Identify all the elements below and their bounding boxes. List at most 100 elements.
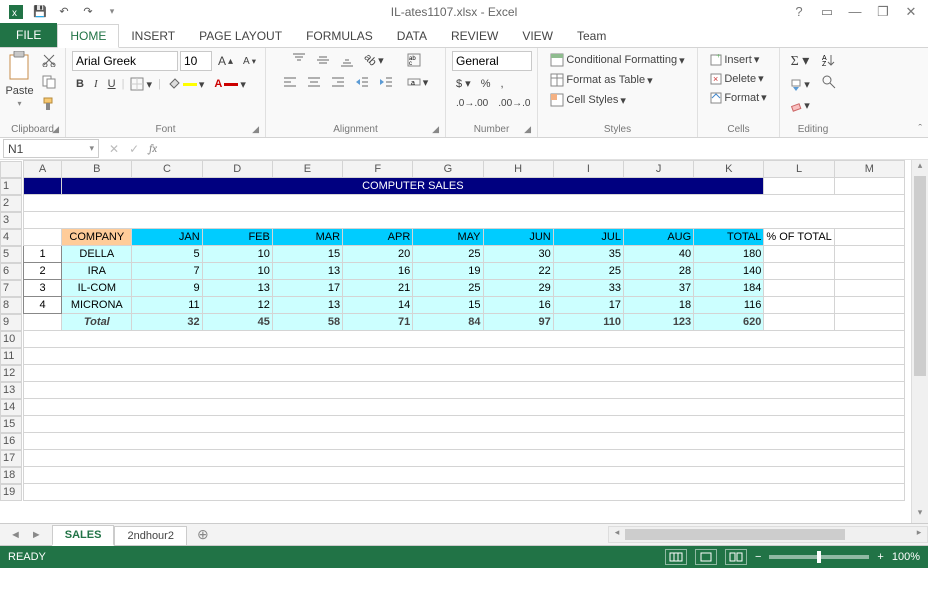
table-row[interactable]: 16 bbox=[0, 433, 905, 450]
comma-button[interactable]: , bbox=[496, 76, 507, 92]
ribbon-options-icon[interactable]: ▭ bbox=[816, 3, 838, 21]
minimize-icon[interactable]: — bbox=[844, 3, 866, 21]
orientation-button[interactable]: ab▾ bbox=[360, 52, 388, 69]
percent-button[interactable]: % bbox=[477, 76, 495, 92]
sort-filter-button[interactable]: AZ bbox=[818, 51, 840, 69]
scroll-right-icon[interactable]: ▸ bbox=[911, 527, 927, 542]
delete-cells-button[interactable]: ×Delete ▾ bbox=[706, 70, 767, 87]
align-left-button[interactable] bbox=[279, 73, 301, 91]
table-row[interactable]: 17 bbox=[0, 450, 905, 467]
wrap-text-button[interactable]: abc bbox=[403, 51, 425, 69]
scroll-left-icon[interactable]: ◂ bbox=[609, 527, 625, 542]
col-header[interactable]: H bbox=[483, 161, 553, 178]
table-row[interactable]: 1COMPUTER SALES bbox=[0, 178, 905, 195]
fill-color-button[interactable]: ▾ bbox=[163, 75, 209, 93]
table-row[interactable]: 51DELLA510152025303540180 bbox=[0, 246, 905, 263]
border-button[interactable]: ▾ bbox=[126, 75, 156, 93]
tab-file[interactable]: FILE bbox=[0, 23, 57, 47]
number-format-select[interactable] bbox=[452, 51, 532, 71]
accounting-button[interactable]: $ ▾ bbox=[452, 75, 475, 92]
vertical-scrollbar[interactable]: ▴ ▾ bbox=[911, 160, 928, 523]
select-all-button[interactable] bbox=[0, 161, 22, 178]
col-header[interactable]: E bbox=[272, 161, 342, 178]
table-row[interactable]: 19 bbox=[0, 484, 905, 501]
decrease-decimal-button[interactable]: .00→.0 bbox=[494, 96, 534, 111]
tab-page-layout[interactable]: PAGE LAYOUT bbox=[187, 25, 294, 47]
worksheet-grid[interactable]: A B C D E F G H I J K L M 1COMPUTER SALE… bbox=[0, 160, 928, 524]
page-layout-view-button[interactable] bbox=[695, 549, 717, 565]
col-header[interactable]: B bbox=[62, 161, 132, 178]
table-row[interactable]: 62IRA710131619222528140 bbox=[0, 263, 905, 280]
sheet-tab-sales[interactable]: SALES bbox=[52, 525, 115, 546]
new-sheet-button[interactable]: ⊕ bbox=[187, 526, 219, 543]
table-row[interactable]: 84MICRONA1112131415161718116 bbox=[0, 297, 905, 314]
restore-icon[interactable]: ❐ bbox=[872, 3, 894, 21]
align-top-button[interactable] bbox=[288, 51, 310, 69]
cancel-formula-icon[interactable]: ✕ bbox=[109, 142, 119, 156]
tab-home[interactable]: HOME bbox=[57, 24, 119, 48]
table-row[interactable]: 9Total324558718497110123620 bbox=[0, 314, 905, 331]
italic-button[interactable]: I bbox=[90, 76, 102, 92]
scrollbar-thumb[interactable] bbox=[625, 529, 845, 540]
col-header[interactable]: G bbox=[413, 161, 483, 178]
formula-input[interactable] bbox=[163, 140, 928, 158]
dialog-launcher-icon[interactable]: ◢ bbox=[524, 124, 531, 135]
zoom-level[interactable]: 100% bbox=[892, 551, 920, 563]
format-cells-button[interactable]: Format ▾ bbox=[706, 89, 770, 106]
find-select-button[interactable] bbox=[818, 73, 840, 91]
table-row[interactable]: 11 bbox=[0, 348, 905, 365]
font-name-select[interactable] bbox=[72, 51, 178, 71]
table-row[interactable]: 10 bbox=[0, 331, 905, 348]
name-box[interactable]: N1▾ bbox=[3, 139, 99, 158]
align-right-button[interactable] bbox=[327, 73, 349, 91]
decrease-font-button[interactable]: A▾ bbox=[239, 54, 260, 69]
format-painter-button[interactable] bbox=[38, 95, 60, 113]
scroll-up-icon[interactable]: ▴ bbox=[912, 160, 928, 176]
format-as-table-button[interactable]: Format as Table ▾ bbox=[546, 71, 656, 89]
col-header[interactable]: D bbox=[202, 161, 272, 178]
table-row[interactable]: 2 bbox=[0, 195, 905, 212]
help-icon[interactable]: ? bbox=[788, 3, 810, 21]
font-color-button[interactable]: A▾ bbox=[210, 76, 249, 93]
decrease-indent-button[interactable] bbox=[351, 73, 373, 91]
cell-styles-button[interactable]: Cell Styles ▾ bbox=[546, 91, 630, 109]
tab-data[interactable]: DATA bbox=[385, 25, 439, 47]
merge-center-button[interactable]: a▾ bbox=[403, 73, 433, 91]
col-header[interactable]: I bbox=[553, 161, 623, 178]
table-row[interactable]: 4 COMPANY JANFEBMARAPRMAYJUNJULAUGTOTAL … bbox=[0, 229, 905, 246]
table-row[interactable]: 73IL-COM913172125293337184 bbox=[0, 280, 905, 297]
col-header[interactable]: C bbox=[132, 161, 202, 178]
increase-decimal-button[interactable]: .0→.00 bbox=[452, 96, 492, 111]
col-header[interactable]: L bbox=[764, 161, 834, 178]
dialog-launcher-icon[interactable]: ◢ bbox=[252, 124, 259, 135]
increase-font-button[interactable]: A▴ bbox=[214, 52, 237, 70]
horizontal-scrollbar[interactable]: ◂ ▸ bbox=[608, 526, 928, 543]
chevron-down-icon[interactable]: ▾ bbox=[89, 143, 94, 154]
fill-button[interactable]: ▾ bbox=[786, 76, 814, 93]
align-bottom-button[interactable] bbox=[336, 51, 358, 69]
table-row[interactable]: 12 bbox=[0, 365, 905, 382]
qat-dropdown-icon[interactable]: ▾ bbox=[104, 4, 120, 20]
zoom-out-button[interactable]: − bbox=[755, 551, 761, 563]
save-icon[interactable]: 💾 bbox=[32, 4, 48, 20]
col-header[interactable]: K bbox=[694, 161, 764, 178]
table-row[interactable]: 15 bbox=[0, 416, 905, 433]
col-header[interactable]: F bbox=[343, 161, 413, 178]
paste-button[interactable]: Paste ▾ bbox=[5, 51, 33, 108]
normal-view-button[interactable] bbox=[665, 549, 687, 565]
col-header[interactable]: J bbox=[623, 161, 693, 178]
tab-insert[interactable]: INSERT bbox=[119, 25, 187, 47]
column-headers[interactable]: A B C D E F G H I J K L M bbox=[0, 161, 905, 178]
col-header[interactable]: M bbox=[834, 161, 904, 178]
table-row[interactable]: 3 bbox=[0, 212, 905, 229]
sheet-nav[interactable]: ◄► bbox=[0, 529, 52, 541]
conditional-formatting-button[interactable]: Conditional Formatting ▾ bbox=[546, 51, 688, 69]
autosum-button[interactable]: Σ ▾ bbox=[787, 51, 814, 72]
tab-team[interactable]: Team bbox=[565, 25, 618, 47]
page-break-view-button[interactable] bbox=[725, 549, 747, 565]
cut-button[interactable] bbox=[38, 51, 60, 69]
font-size-select[interactable] bbox=[180, 51, 212, 71]
table-row[interactable]: 18 bbox=[0, 467, 905, 484]
zoom-slider[interactable] bbox=[769, 555, 869, 559]
tab-review[interactable]: REVIEW bbox=[439, 25, 510, 47]
